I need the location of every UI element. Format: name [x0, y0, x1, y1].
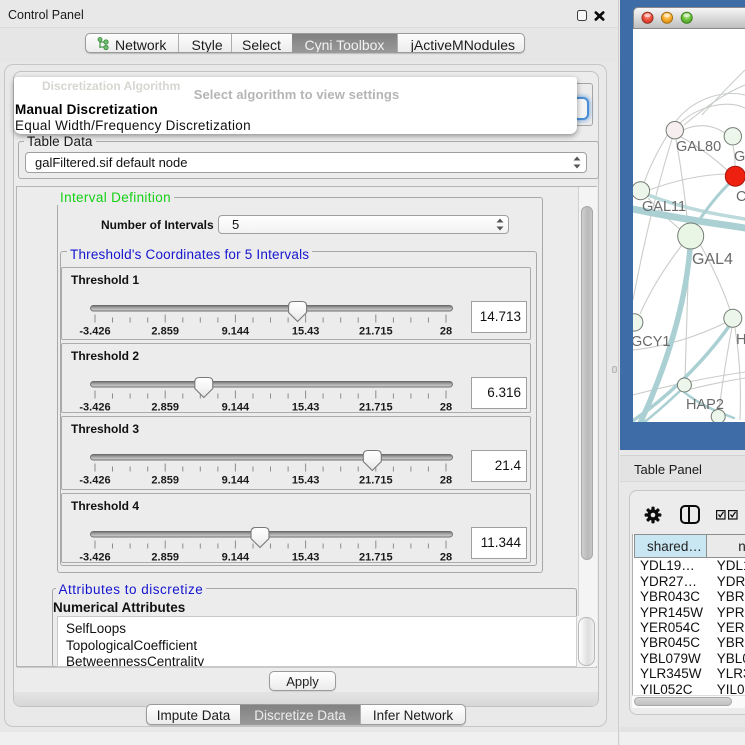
- svg-text:15.43: 15.43: [292, 475, 320, 487]
- svg-text:9.144: 9.144: [222, 326, 250, 338]
- svg-text:GAL80: GAL80: [676, 139, 721, 155]
- svg-text:9.144: 9.144: [222, 402, 250, 414]
- svg-text:15.43: 15.43: [292, 402, 320, 414]
- svg-text:-3.426: -3.426: [79, 402, 110, 414]
- svg-text:2.859: 2.859: [151, 552, 179, 564]
- svg-text:C: C: [736, 189, 745, 205]
- svg-text:9.144: 9.144: [222, 475, 250, 487]
- svg-text:GCY1: GCY1: [633, 334, 671, 350]
- svg-text:G.: G.: [734, 149, 745, 165]
- svg-text:2.859: 2.859: [151, 402, 179, 414]
- svg-text:H: H: [736, 332, 745, 348]
- svg-text:GAL4: GAL4: [692, 251, 733, 268]
- svg-text:21.715: 21.715: [359, 326, 393, 338]
- svg-text:21.715: 21.715: [359, 402, 393, 414]
- svg-text:15.43: 15.43: [292, 552, 320, 564]
- svg-text:28: 28: [440, 402, 452, 414]
- svg-text:9.144: 9.144: [222, 552, 250, 564]
- svg-text:21.715: 21.715: [359, 552, 393, 564]
- svg-text:-3.426: -3.426: [79, 326, 110, 338]
- svg-text:-3.426: -3.426: [79, 552, 110, 564]
- svg-text:-3.426: -3.426: [79, 475, 110, 487]
- svg-text:2.859: 2.859: [151, 326, 179, 338]
- svg-text:GAL11: GAL11: [642, 199, 686, 215]
- svg-text:HAP2: HAP2: [686, 397, 724, 413]
- svg-text:28: 28: [440, 552, 452, 564]
- svg-text:28: 28: [440, 326, 452, 338]
- svg-text:2.859: 2.859: [151, 475, 179, 487]
- svg-text:15.43: 15.43: [292, 326, 320, 338]
- svg-text:21.715: 21.715: [359, 475, 393, 487]
- svg-text:28: 28: [440, 475, 452, 487]
